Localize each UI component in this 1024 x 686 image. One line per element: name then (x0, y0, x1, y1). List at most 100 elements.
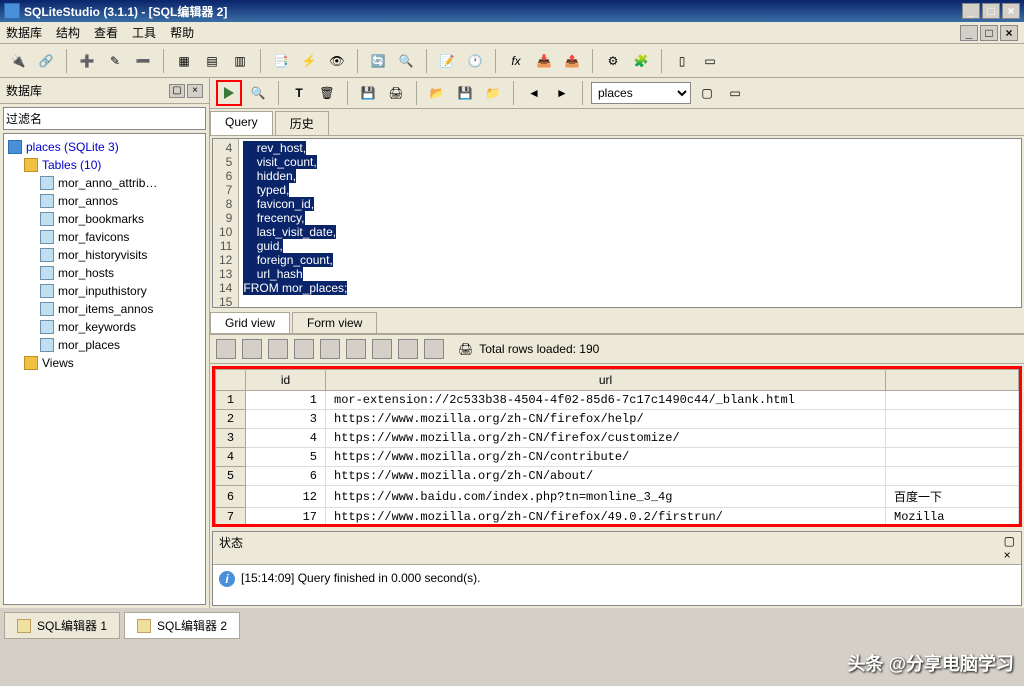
minimize-button[interactable]: _ (962, 3, 980, 19)
prev-icon[interactable]: ◄ (522, 81, 546, 105)
import-icon[interactable]: 📥 (532, 49, 556, 73)
add-row-button[interactable] (242, 339, 262, 359)
tree-table-item[interactable]: mor_places (8, 336, 201, 354)
maximize-button[interactable]: □ (982, 3, 1000, 19)
load-icon[interactable]: 📂 (425, 81, 449, 105)
close-button[interactable]: × (1002, 3, 1020, 19)
column-header-id[interactable]: id (246, 370, 326, 391)
database-select[interactable]: places (591, 82, 691, 104)
edit-table-icon[interactable]: ▤ (200, 49, 224, 73)
export-icon[interactable]: 📤 (560, 49, 584, 73)
tile-icon[interactable]: ▯ (670, 49, 694, 73)
bottom-tab-2[interactable]: SQL编辑器 2 (124, 612, 240, 639)
tab-grid-view[interactable]: Grid view (210, 312, 290, 333)
tab-query[interactable]: Query (210, 111, 273, 135)
save-icon[interactable]: 💾 (356, 81, 380, 105)
sql-file-icon (17, 619, 31, 633)
editor-toolbar: 🔍 T 🗑 💾 🖨 📂 💾 📁 ◄ ► places ▢ ▭ (210, 78, 1024, 109)
folder-icon (24, 158, 38, 172)
sidebar-close-button[interactable]: × (187, 84, 203, 98)
connect-icon[interactable]: 🔌 (6, 49, 30, 73)
search-icon[interactable]: 🔍 (394, 49, 418, 73)
next-icon[interactable]: ► (550, 81, 574, 105)
tree-db-node[interactable]: places (SQLite 3) (8, 138, 201, 156)
explain-icon[interactable]: 🔍 (246, 81, 270, 105)
view-icon[interactable]: 👁 (325, 49, 349, 73)
tree-table-item[interactable]: mor_favicons (8, 228, 201, 246)
tree-tables-node[interactable]: Tables (10) (8, 156, 201, 174)
main-toolbar: 🔌 🔗 ➕ ✎ ➖ ▦ ▤ ▥ 📑 ⚡ 👁 🔄 🔍 📝 🕐 fx 📥 📤 ⚙ 🧩… (0, 44, 1024, 78)
result-grid[interactable]: id url 11mor-extension://2c533b38-4504-4… (212, 366, 1022, 527)
table-row[interactable]: 717https://www.mozilla.org/zh-CN/firefox… (216, 508, 1019, 527)
menubar: 数据库 结构 查看 工具 帮助 _ □ × (0, 22, 1024, 44)
table-row[interactable]: 34https://www.mozilla.org/zh-CN/firefox/… (216, 429, 1019, 448)
menu-view[interactable]: 查看 (94, 24, 118, 41)
index-icon[interactable]: 📑 (269, 49, 293, 73)
tree-table-item[interactable]: mor_anno_attrib… (8, 174, 201, 192)
status-float-button[interactable]: ▢ (1004, 534, 1015, 548)
column-header-extra[interactable] (886, 370, 1019, 391)
edit-db-icon[interactable]: ✎ (103, 49, 127, 73)
cascade-icon[interactable]: ▭ (698, 49, 722, 73)
tree-table-item[interactable]: mor_hosts (8, 264, 201, 282)
db-tree[interactable]: places (SQLite 3) Tables (10) mor_anno_a… (3, 133, 206, 605)
extension-icon[interactable]: 🧩 (629, 49, 653, 73)
run-query-button[interactable] (216, 80, 242, 106)
row-header-blank (216, 370, 246, 391)
clear-icon[interactable]: 🗑 (315, 81, 339, 105)
open-folder-icon[interactable]: 📁 (481, 81, 505, 105)
add-db-icon[interactable]: ➕ (75, 49, 99, 73)
result-tab-icon[interactable]: ▭ (723, 81, 747, 105)
filter-input[interactable]: 过滤名 (3, 107, 206, 130)
trigger-icon[interactable]: ⚡ (297, 49, 321, 73)
remove-db-icon[interactable]: ➖ (131, 49, 155, 73)
tree-table-item[interactable]: mor_bookmarks (8, 210, 201, 228)
history-icon[interactable]: 🕐 (463, 49, 487, 73)
tree-table-item[interactable]: mor_keywords (8, 318, 201, 336)
table-row[interactable]: 45https://www.mozilla.org/zh-CN/contribu… (216, 448, 1019, 467)
table-row[interactable]: 56https://www.mozilla.org/zh-CN/about/ (216, 467, 1019, 486)
new-tab-icon[interactable]: ▢ (695, 81, 719, 105)
delete-row-button[interactable] (268, 339, 288, 359)
table-row[interactable]: 23https://www.mozilla.org/zh-CN/firefox/… (216, 410, 1019, 429)
print-icon[interactable]: 🖨 (384, 81, 408, 105)
child-close-button[interactable]: × (1000, 25, 1018, 41)
app-icon (4, 3, 20, 19)
first-page-button[interactable] (346, 339, 366, 359)
disconnect-icon[interactable]: 🔗 (34, 49, 58, 73)
drop-table-icon[interactable]: ▥ (228, 49, 252, 73)
rollback-button[interactable] (320, 339, 340, 359)
config-icon[interactable]: ⚙ (601, 49, 625, 73)
tree-table-item[interactable]: mor_historyvisits (8, 246, 201, 264)
tree-views-node[interactable]: Views (8, 354, 201, 372)
sidebar-float-button[interactable]: ▢ (169, 84, 185, 98)
menu-structure[interactable]: 结构 (56, 24, 80, 41)
tab-history[interactable]: 历史 (275, 111, 329, 135)
refresh-icon[interactable]: 🔄 (366, 49, 390, 73)
fx-icon[interactable]: fx (504, 49, 528, 73)
menu-database[interactable]: 数据库 (6, 24, 42, 41)
child-maximize-button[interactable]: □ (980, 25, 998, 41)
save-as-icon[interactable]: 💾 (453, 81, 477, 105)
tree-table-item[interactable]: mor_items_annos (8, 300, 201, 318)
prev-page-button[interactable] (372, 339, 392, 359)
refresh-result-button[interactable] (216, 339, 236, 359)
column-header-url[interactable]: url (326, 370, 886, 391)
bottom-tab-1[interactable]: SQL编辑器 1 (4, 612, 120, 639)
sql-editor-icon[interactable]: 📝 (435, 49, 459, 73)
next-page-button[interactable] (398, 339, 418, 359)
menu-tools[interactable]: 工具 (132, 24, 156, 41)
child-minimize-button[interactable]: _ (960, 25, 978, 41)
table-row[interactable]: 11mor-extension://2c533b38-4504-4f02-85d… (216, 391, 1019, 410)
tree-table-item[interactable]: mor_annos (8, 192, 201, 210)
table-row[interactable]: 612https://www.baidu.com/index.php?tn=mo… (216, 486, 1019, 508)
tab-form-view[interactable]: Form view (292, 312, 377, 333)
last-page-button[interactable] (424, 339, 444, 359)
sql-editor[interactable]: 456789101112131415 rev_host, visit_count… (212, 138, 1022, 308)
status-close-button[interactable]: × (1004, 548, 1015, 562)
commit-button[interactable] (294, 339, 314, 359)
menu-help[interactable]: 帮助 (170, 24, 194, 41)
tree-table-item[interactable]: mor_inputhistory (8, 282, 201, 300)
format-bold-icon[interactable]: T (287, 81, 311, 105)
table-icon[interactable]: ▦ (172, 49, 196, 73)
